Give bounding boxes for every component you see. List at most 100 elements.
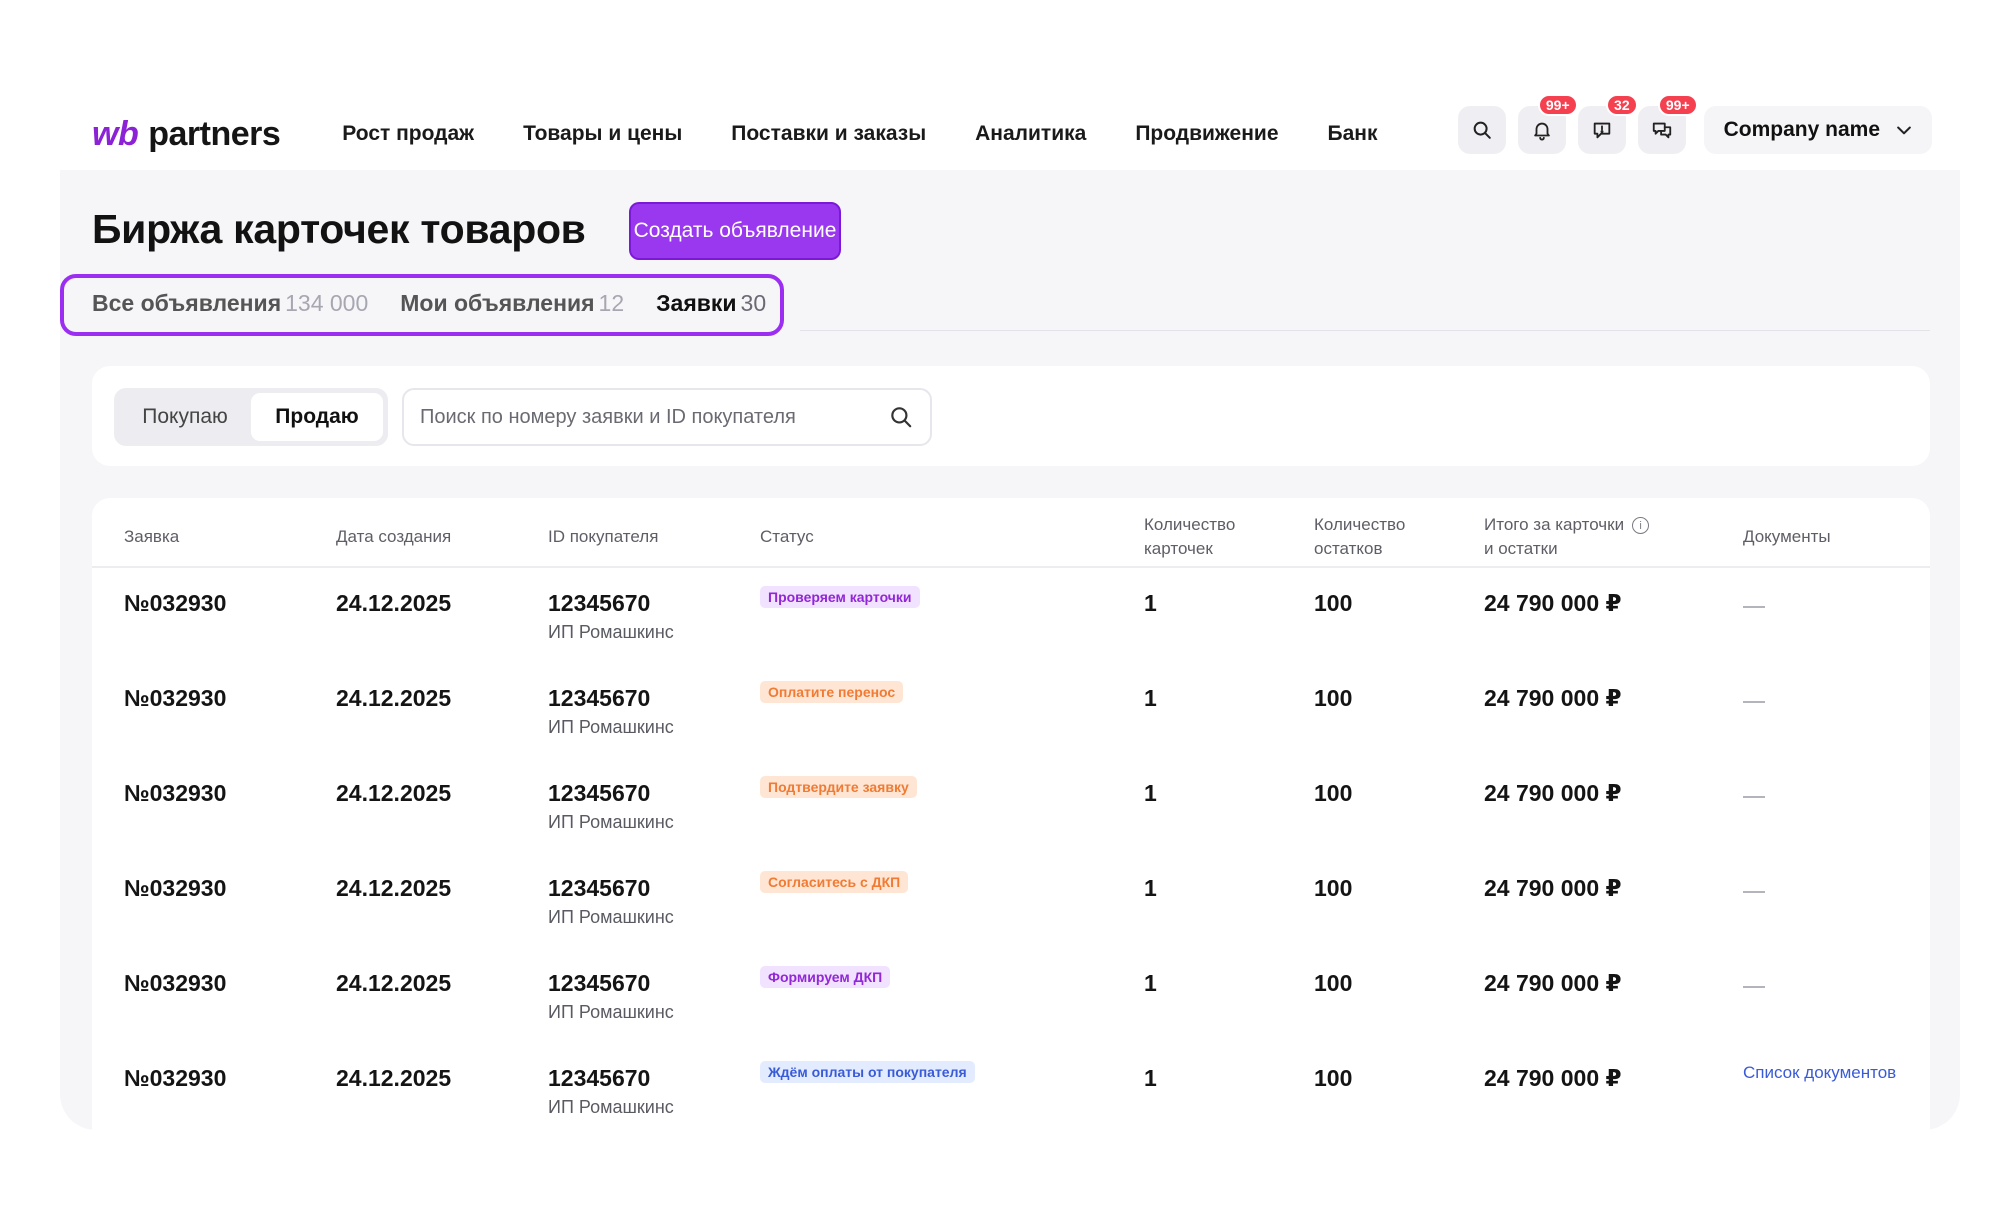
chat-icon (1652, 122, 1671, 139)
buy-sell-toggle: Покупаю Продаю (114, 388, 388, 446)
info-icon[interactable]: i (1632, 517, 1650, 535)
request-search (402, 388, 932, 446)
buyer-name: ИП Ромашкинс (548, 812, 674, 832)
feedback-button[interactable]: 32 (1577, 94, 1638, 154)
main-nav: Рост продаж Товары и цены Поставки и зак… (342, 122, 1377, 146)
total-amount: 24 790 000 ₽ (1484, 875, 1622, 901)
buyer-name: ИП Ромашкинс (548, 1097, 674, 1117)
stock-count: 100 (1314, 1065, 1353, 1091)
header-text: Итого за карточки (1484, 515, 1625, 534)
tab-label: Мои объявления (400, 290, 595, 316)
buyer-id: 12345670 (548, 1065, 651, 1091)
chat-badge: 99+ (1657, 94, 1698, 116)
buyer-name: ИП Ромашкинс (548, 717, 674, 737)
header-line: и остатки (1484, 539, 1558, 558)
segment-selling[interactable]: Продаю (251, 393, 383, 441)
nav-item-bank[interactable]: Банк (1328, 122, 1378, 146)
page-title: Биржа карточек товаров (92, 206, 586, 252)
chevron-down-icon (1897, 126, 1911, 135)
column-header-request[interactable]: Заявка (124, 512, 179, 562)
header-line: карточек (1144, 539, 1213, 558)
created-date: 24.12.2025 (336, 875, 452, 901)
table-row[interactable]: №032930 24.12.2025 12345670 ИП Ромашкинс… (92, 665, 1930, 760)
buyer-name: ИП Ромашкинс (548, 1002, 674, 1022)
stock-count: 100 (1314, 590, 1353, 616)
documents-empty (1743, 891, 1765, 893)
buyer-id: 12345670 (548, 970, 651, 996)
wb-partners-logo[interactable]: wb partners (92, 114, 281, 154)
column-header-buyer[interactable]: ID покупателя (548, 512, 658, 562)
chat-button[interactable]: 99+ (1637, 94, 1698, 154)
cards-count: 1 (1144, 685, 1157, 711)
column-header-status[interactable]: Статус (760, 512, 814, 562)
column-header-total[interactable]: Итого за карточки i и остатки (1484, 512, 1650, 562)
table-row[interactable]: №032930 24.12.2025 12345670 ИП Ромашкинс… (92, 760, 1930, 855)
stock-count: 100 (1314, 685, 1353, 711)
buyer-id: 12345670 (548, 685, 651, 711)
tab-count: 134 000 (285, 290, 369, 316)
app-window: wb partners Рост продаж Товары и цены По… (0, 0, 2016, 1227)
buyer-name: ИП Ромашкинс (548, 622, 674, 642)
feedback-badge: 32 (1606, 94, 1638, 116)
tab-requests[interactable]: Заявки 30 (656, 290, 766, 317)
status-badge: Формируем ДКП (760, 966, 891, 988)
main-content: Биржа карточек товаров Создать объявлени… (60, 170, 1960, 1130)
created-date: 24.12.2025 (336, 970, 452, 996)
table-row[interactable]: №032930 24.12.2025 12345670 ИП Ромашкинс… (92, 1045, 1930, 1130)
logo-product: partners (148, 114, 281, 153)
stock-count: 100 (1314, 780, 1353, 806)
tab-count: 12 (598, 290, 625, 316)
notifications-badge: 99+ (1537, 94, 1578, 116)
search-icon[interactable] (888, 404, 914, 430)
documents-empty (1743, 606, 1765, 608)
documents-list-link[interactable]: Список документов (1743, 1063, 1896, 1083)
documents-empty (1743, 701, 1765, 703)
column-header-cards[interactable]: Количество карточек (1144, 512, 1235, 562)
request-number: №032930 (124, 875, 227, 901)
documents-empty (1743, 796, 1765, 798)
nav-item-supplies-orders[interactable]: Поставки и заказы (731, 122, 926, 146)
stock-count: 100 (1314, 970, 1353, 996)
request-number: №032930 (124, 685, 227, 711)
column-header-created[interactable]: Дата создания (336, 512, 451, 562)
logo-brand: wb (92, 114, 139, 153)
status-badge: Согласитесь с ДКП (760, 871, 909, 893)
table-row[interactable]: №032930 24.12.2025 12345670 ИП Ромашкинс… (92, 855, 1930, 950)
top-navigation: wb partners Рост продаж Товары и цены По… (60, 94, 1960, 170)
tab-all-listings[interactable]: Все объявления 134 000 (92, 290, 368, 317)
nav-item-products-prices[interactable]: Товары и цены (523, 122, 682, 146)
tab-my-listings[interactable]: Мои объявления 12 (400, 290, 624, 317)
company-selector[interactable]: Company name (1703, 106, 1932, 154)
created-date: 24.12.2025 (336, 1065, 452, 1091)
column-header-stock[interactable]: Количество остатков (1314, 512, 1405, 562)
cards-count: 1 (1144, 780, 1157, 806)
search-icon (1473, 121, 1491, 139)
feedback-icon (1593, 122, 1610, 139)
total-amount: 24 790 000 ₽ (1484, 970, 1622, 996)
buyer-id: 12345670 (548, 875, 651, 901)
request-search-input[interactable] (420, 405, 888, 429)
search-button[interactable] (1457, 106, 1506, 154)
nav-item-analytics[interactable]: Аналитика (975, 122, 1086, 146)
created-date: 24.12.2025 (336, 685, 452, 711)
buyer-id: 12345670 (548, 590, 651, 616)
request-number: №032930 (124, 590, 227, 616)
create-listing-button[interactable]: Создать объявление (629, 202, 841, 260)
header-line: остатков (1314, 539, 1383, 558)
tab-count: 30 (740, 290, 767, 316)
nav-item-sales-growth[interactable]: Рост продаж (342, 122, 474, 146)
segment-buying[interactable]: Покупаю (119, 393, 251, 441)
header-line: Количество (1144, 515, 1236, 534)
table-row[interactable]: №032930 24.12.2025 12345670 ИП Ромашкинс… (92, 570, 1930, 665)
filter-panel: Покупаю Продаю (92, 366, 1930, 466)
header-line: Количество (1314, 515, 1406, 534)
toolbar: 99+ 32 99+ Company name (1457, 94, 1932, 154)
nav-item-promotion[interactable]: Продвижение (1135, 122, 1278, 146)
table-row[interactable]: №032930 24.12.2025 12345670 ИП Ромашкинс… (92, 950, 1930, 1045)
stock-count: 100 (1314, 875, 1353, 901)
notifications-button[interactable]: 99+ (1517, 94, 1578, 154)
tab-label: Все объявления (92, 290, 282, 316)
total-amount: 24 790 000 ₽ (1484, 590, 1622, 616)
column-header-documents[interactable]: Документы (1743, 512, 1831, 562)
company-name: Company name (1723, 118, 1880, 141)
